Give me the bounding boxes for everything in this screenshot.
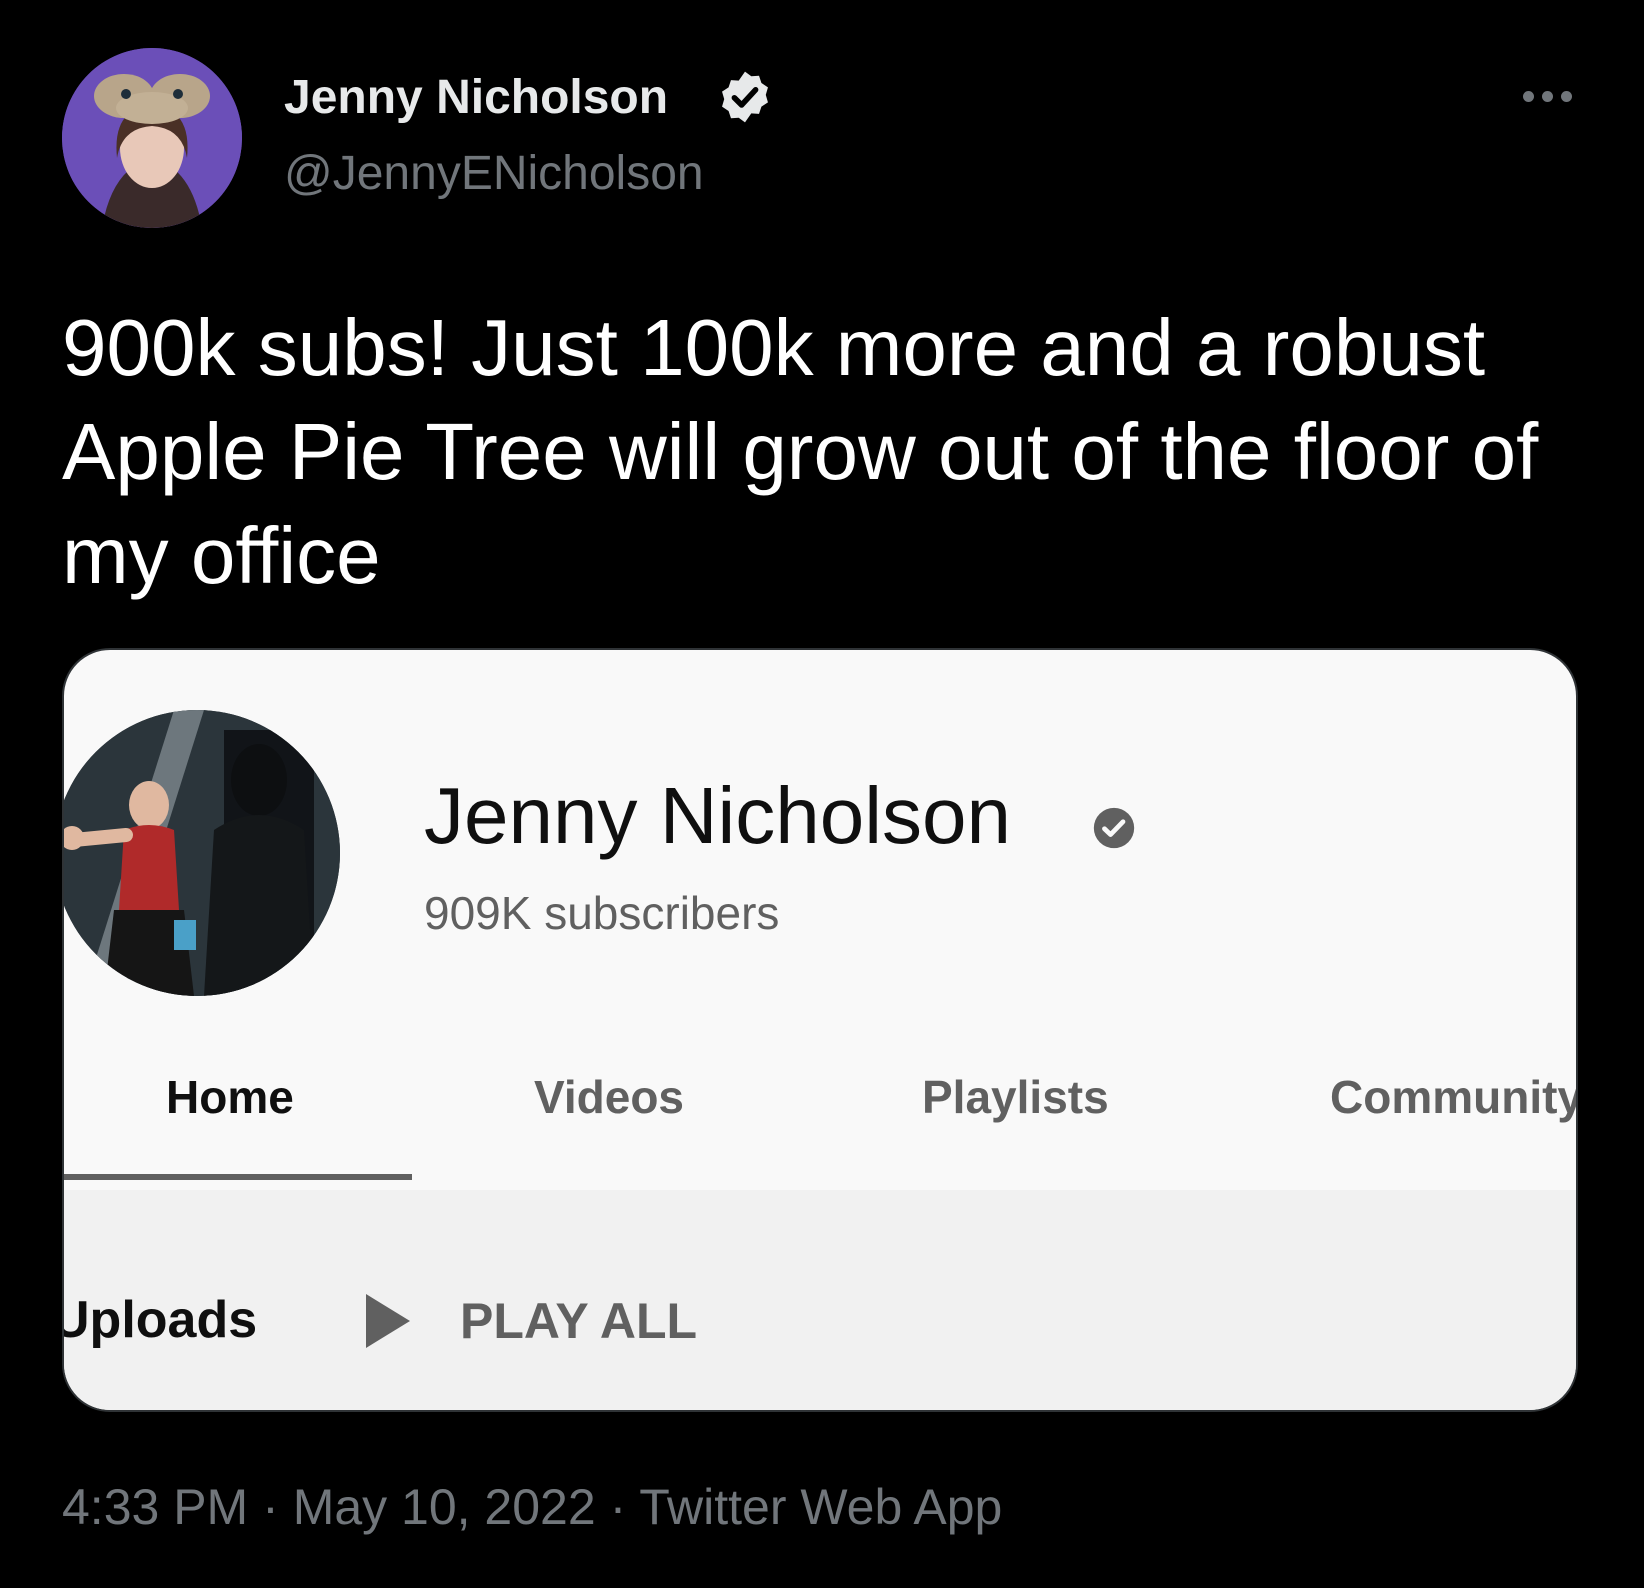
tab-videos: Videos [534, 1071, 684, 1123]
tweet-source: Twitter Web App [639, 1479, 1003, 1535]
more-dot [1522, 90, 1534, 102]
author-avatar-image [62, 48, 242, 228]
author-handle[interactable]: @JennyENicholson [284, 146, 704, 201]
more-options-icon[interactable] [1516, 84, 1578, 108]
meta-separator: · [609, 1479, 627, 1535]
more-dot [1541, 90, 1553, 102]
author-avatar[interactable] [62, 48, 242, 228]
uploads-section: Uploads PLAY ALL [62, 1190, 1576, 1410]
tweet-text: 900k subs! Just 100k more and a robust A… [62, 303, 1539, 600]
play-all-button: PLAY ALL [460, 1293, 698, 1349]
tab-playlists: Playlists [922, 1071, 1109, 1123]
subscriber-count: 909K subscribers [424, 887, 780, 939]
verified-badge-icon [722, 71, 768, 123]
tab-community: Community [1330, 1071, 1578, 1123]
section-title: Uploads [62, 1291, 258, 1349]
channel-verified-icon [1093, 807, 1135, 849]
meta-separator: · [262, 1479, 279, 1535]
active-tab-indicator [64, 1174, 412, 1180]
channel-avatar [64, 710, 340, 996]
tweet-metadata: 4:33 PM · May 10, 2022 · Twitter Web App [62, 1478, 1002, 1536]
more-dot [1560, 90, 1572, 102]
author-name[interactable]: Jenny Nicholson [284, 70, 668, 125]
channel-name: Jenny Nicholson [424, 771, 1011, 860]
tweet-date[interactable]: May 10, 2022 [293, 1479, 596, 1535]
tab-home: Home [166, 1071, 294, 1123]
tweet-media-card[interactable]: Jenny Nicholson 909K subscribers Home Vi… [62, 648, 1578, 1412]
tweet-time[interactable]: 4:33 PM [62, 1479, 248, 1535]
channel-avatar-image [64, 710, 340, 996]
play-icon [366, 1294, 410, 1348]
